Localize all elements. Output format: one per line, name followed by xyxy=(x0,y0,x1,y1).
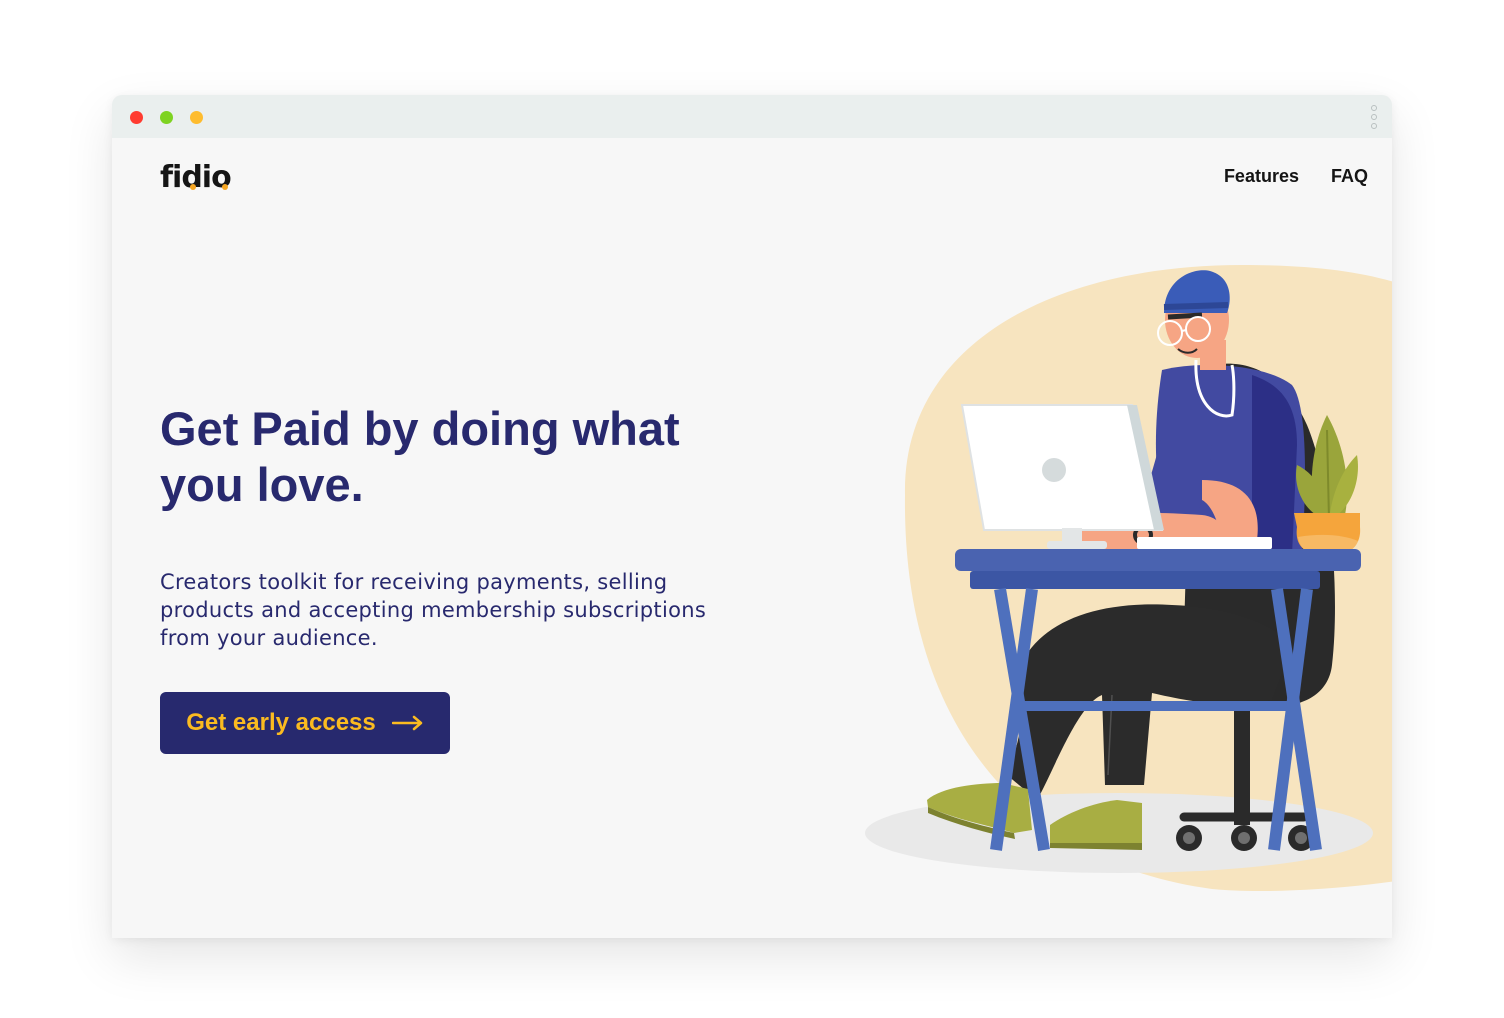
nav-link-faq[interactable]: FAQ xyxy=(1331,166,1368,187)
close-window-button[interactable] xyxy=(130,111,143,124)
logo-accent-dot xyxy=(190,184,196,190)
browser-window: fidio Features FAQ Get Paid by doing wha… xyxy=(112,95,1392,938)
arrow-right-icon xyxy=(391,715,422,731)
cta-label: Get early access xyxy=(186,709,376,736)
desk-crossbar xyxy=(1022,701,1287,711)
get-early-access-button[interactable]: Get early access xyxy=(160,692,450,754)
hero-title: Get Paid by doing what you love. xyxy=(160,402,680,511)
browser-titlebar xyxy=(112,95,1392,138)
desk-top xyxy=(955,549,1361,571)
logo-accent-dot xyxy=(222,184,228,190)
logo-text: fidio xyxy=(160,160,232,195)
maximize-window-button[interactable] xyxy=(190,111,203,124)
laptop-logo xyxy=(1042,458,1066,482)
fidio-logo[interactable]: fidio xyxy=(160,160,232,195)
keyboard xyxy=(1137,537,1272,549)
hero-subtitle: Creators toolkit for receiving payments,… xyxy=(160,570,707,650)
minimize-window-button[interactable] xyxy=(160,111,173,124)
main-nav: Features FAQ xyxy=(1224,166,1368,187)
creator-at-desk-illustration xyxy=(865,265,1392,892)
more-vertical-icon[interactable] xyxy=(1370,105,1378,129)
nav-link-features[interactable]: Features xyxy=(1224,166,1299,187)
